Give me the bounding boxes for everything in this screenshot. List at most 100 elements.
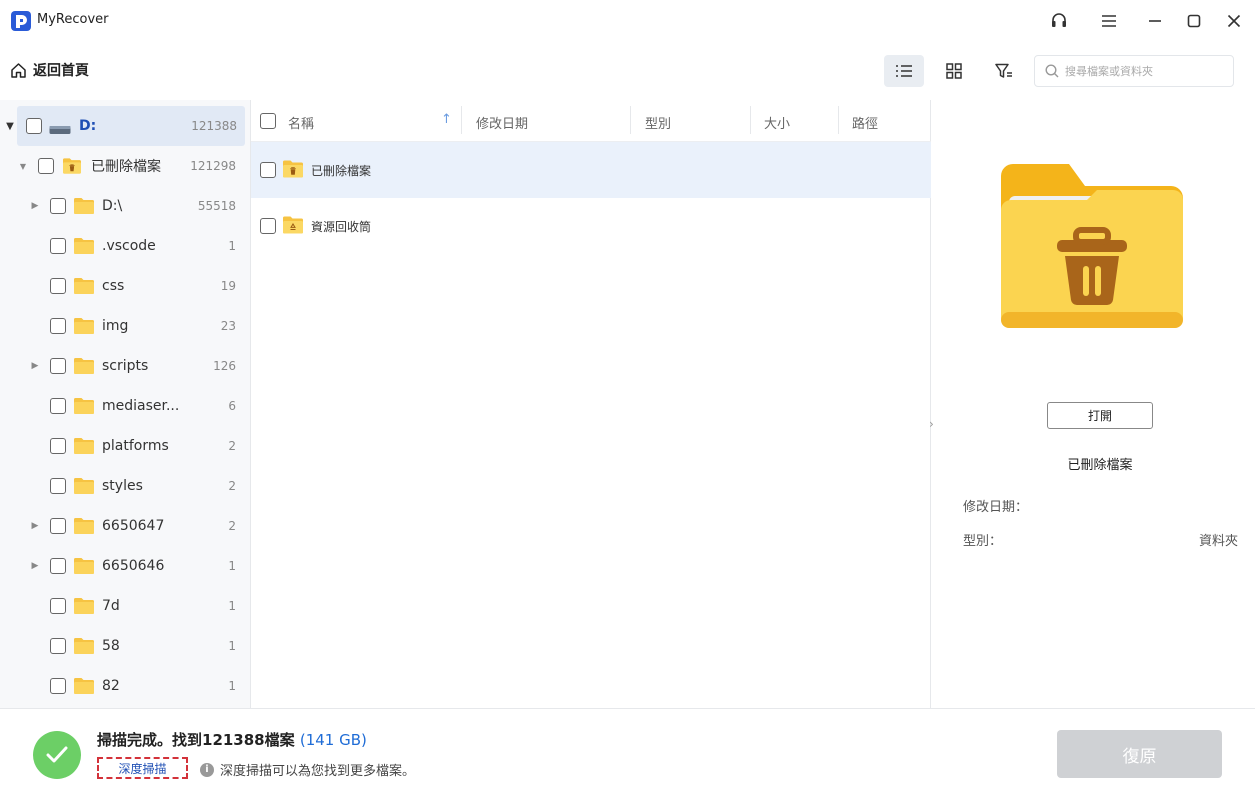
tree-checkbox[interactable] bbox=[26, 118, 42, 134]
restore-button[interactable]: 復原 bbox=[1057, 730, 1222, 778]
search-box[interactable] bbox=[1034, 55, 1234, 87]
tree-item[interactable]: .vscode 1 bbox=[0, 226, 250, 266]
tree-item-count: 2 bbox=[228, 439, 236, 453]
tree-item-count: 121388 bbox=[191, 119, 237, 133]
folder-icon bbox=[73, 557, 95, 575]
tree-checkbox[interactable] bbox=[50, 598, 66, 614]
tree-item-deleted-files[interactable]: ▼ 已刪除檔案 121298 bbox=[0, 146, 250, 186]
tree-checkbox[interactable] bbox=[50, 198, 66, 214]
tree-checkbox[interactable] bbox=[50, 638, 66, 654]
close-icon[interactable] bbox=[1223, 10, 1245, 32]
tree-item[interactable]: ▶ 6650647 2 bbox=[0, 506, 250, 546]
filter-button[interactable] bbox=[984, 55, 1024, 87]
tree-item-count: 55518 bbox=[197, 199, 236, 213]
tree-checkbox[interactable] bbox=[50, 398, 66, 414]
folder-tree: ▼ D: 121388 ▼ 已刪除檔案 121298 ▶ D:\ 55518 .vsc… bbox=[0, 100, 251, 708]
tree-item-label: img bbox=[102, 318, 129, 334]
folder-icon bbox=[73, 597, 95, 615]
tree-item-count: 2 bbox=[228, 479, 236, 493]
tree-item-root-drive[interactable]: ▼ D: 121388 bbox=[6, 106, 245, 146]
folder-icon bbox=[73, 517, 95, 535]
tree-item-count: 1 bbox=[228, 239, 236, 253]
status-bar: 掃描完成。找到121388檔案 (141 GB) 深度掃描 i 深度掃描可以為您… bbox=[0, 708, 1255, 800]
select-all-checkbox[interactable] bbox=[260, 113, 276, 129]
folder-icon bbox=[73, 477, 95, 495]
tree-item-label: .vscode bbox=[102, 238, 156, 254]
column-header-modified[interactable]: 修改日期 bbox=[476, 113, 528, 132]
tree-item[interactable]: ▶ scripts 126 bbox=[0, 346, 250, 386]
expand-arrow-icon[interactable]: ▶ bbox=[31, 561, 39, 571]
column-header-type[interactable]: 型別 bbox=[645, 113, 671, 132]
tree-item-label: 已刪除檔案 bbox=[91, 159, 161, 175]
table-row[interactable]: 資源回收筒 bbox=[251, 198, 931, 254]
tree-item-label: platforms bbox=[102, 438, 169, 454]
column-header-path[interactable]: 路徑 bbox=[852, 113, 878, 132]
tree-item-count: 126 bbox=[213, 359, 236, 373]
table-row[interactable]: 已刪除檔案 bbox=[251, 142, 931, 198]
tree-item-count: 6 bbox=[228, 399, 236, 413]
column-divider bbox=[630, 106, 631, 134]
tree-item-label: 6650647 bbox=[102, 518, 165, 534]
row-checkbox[interactable] bbox=[260, 218, 276, 234]
deep-scan-button[interactable]: 深度掃描 bbox=[97, 757, 188, 779]
tree-item[interactable]: styles 2 bbox=[0, 466, 250, 506]
maximize-icon[interactable] bbox=[1183, 10, 1205, 32]
tree-item[interactable]: 82 1 bbox=[0, 666, 250, 706]
minimize-icon[interactable] bbox=[1144, 10, 1166, 32]
tree-checkbox[interactable] bbox=[50, 678, 66, 694]
tree-item-count: 121298 bbox=[190, 159, 236, 173]
tree-checkbox[interactable] bbox=[50, 518, 66, 534]
tree-checkbox[interactable] bbox=[50, 238, 66, 254]
back-home-button[interactable]: 返回首頁 bbox=[10, 60, 89, 80]
tree-item-label: mediaser... bbox=[102, 398, 180, 414]
tree-item[interactable]: ▶ D:\ 55518 bbox=[0, 186, 250, 226]
deleted-folder-icon bbox=[283, 160, 303, 178]
tree-item[interactable]: css 19 bbox=[0, 266, 250, 306]
column-header-name[interactable]: 名稱 bbox=[288, 113, 314, 132]
tree-item-label: scripts bbox=[102, 358, 149, 374]
tree-checkbox[interactable] bbox=[50, 358, 66, 374]
expand-arrow-icon[interactable]: ▼ bbox=[19, 162, 27, 171]
tree-checkbox[interactable] bbox=[38, 158, 54, 174]
folder-icon bbox=[73, 317, 95, 335]
expand-arrow-icon[interactable]: ▶ bbox=[31, 201, 39, 211]
filter-icon bbox=[995, 63, 1012, 78]
column-divider bbox=[461, 106, 462, 134]
tree-item[interactable]: mediaser... 6 bbox=[0, 386, 250, 426]
list-view-button[interactable] bbox=[884, 55, 924, 87]
column-header-size[interactable]: 大小 bbox=[764, 113, 790, 132]
sort-ascending-icon[interactable]: ↑ bbox=[441, 112, 452, 127]
tree-item[interactable]: ▶ 6650646 1 bbox=[0, 546, 250, 586]
tree-item-count: 1 bbox=[228, 599, 236, 613]
expand-arrow-icon[interactable]: ▶ bbox=[31, 521, 39, 531]
tree-item[interactable]: 7d 1 bbox=[0, 586, 250, 626]
tree-item-count: 1 bbox=[228, 559, 236, 573]
file-list: 名稱 ↑ 修改日期 型別 大小 路徑 已刪除檔案 資源回收筒 bbox=[251, 100, 931, 708]
tree-checkbox[interactable] bbox=[50, 318, 66, 334]
tree-item[interactable]: 58 1 bbox=[0, 626, 250, 666]
tree-checkbox[interactable] bbox=[50, 558, 66, 574]
tree-checkbox[interactable] bbox=[50, 438, 66, 454]
scan-complete-check-icon bbox=[33, 731, 81, 779]
tree-item[interactable]: img 23 bbox=[0, 306, 250, 346]
search-input[interactable] bbox=[1065, 64, 1225, 78]
folder-icon bbox=[73, 677, 95, 695]
folder-icon bbox=[73, 237, 95, 255]
support-headset-icon[interactable] bbox=[1048, 10, 1070, 32]
row-checkbox[interactable] bbox=[260, 162, 276, 178]
tree-item[interactable]: platforms 2 bbox=[0, 426, 250, 466]
type-value: 資料夾 bbox=[1198, 534, 1238, 549]
search-icon bbox=[1045, 64, 1059, 78]
expand-arrow-icon[interactable]: ▼ bbox=[6, 121, 14, 132]
selected-item-name: 已刪除檔案 bbox=[1067, 458, 1133, 473]
tree-checkbox[interactable] bbox=[50, 478, 66, 494]
menu-icon[interactable] bbox=[1098, 10, 1120, 32]
grid-view-button[interactable] bbox=[934, 55, 974, 87]
title-bar: MyRecover bbox=[0, 0, 1255, 42]
tree-checkbox[interactable] bbox=[50, 278, 66, 294]
tree-item-count: 1 bbox=[228, 639, 236, 653]
tree-item-label: D:\ bbox=[102, 198, 123, 214]
expand-arrow-icon[interactable]: ▶ bbox=[31, 361, 39, 371]
deep-scan-hint: i 深度掃描可以為您找到更多檔案。 bbox=[200, 760, 415, 779]
open-button[interactable]: 打開 bbox=[1047, 402, 1153, 429]
